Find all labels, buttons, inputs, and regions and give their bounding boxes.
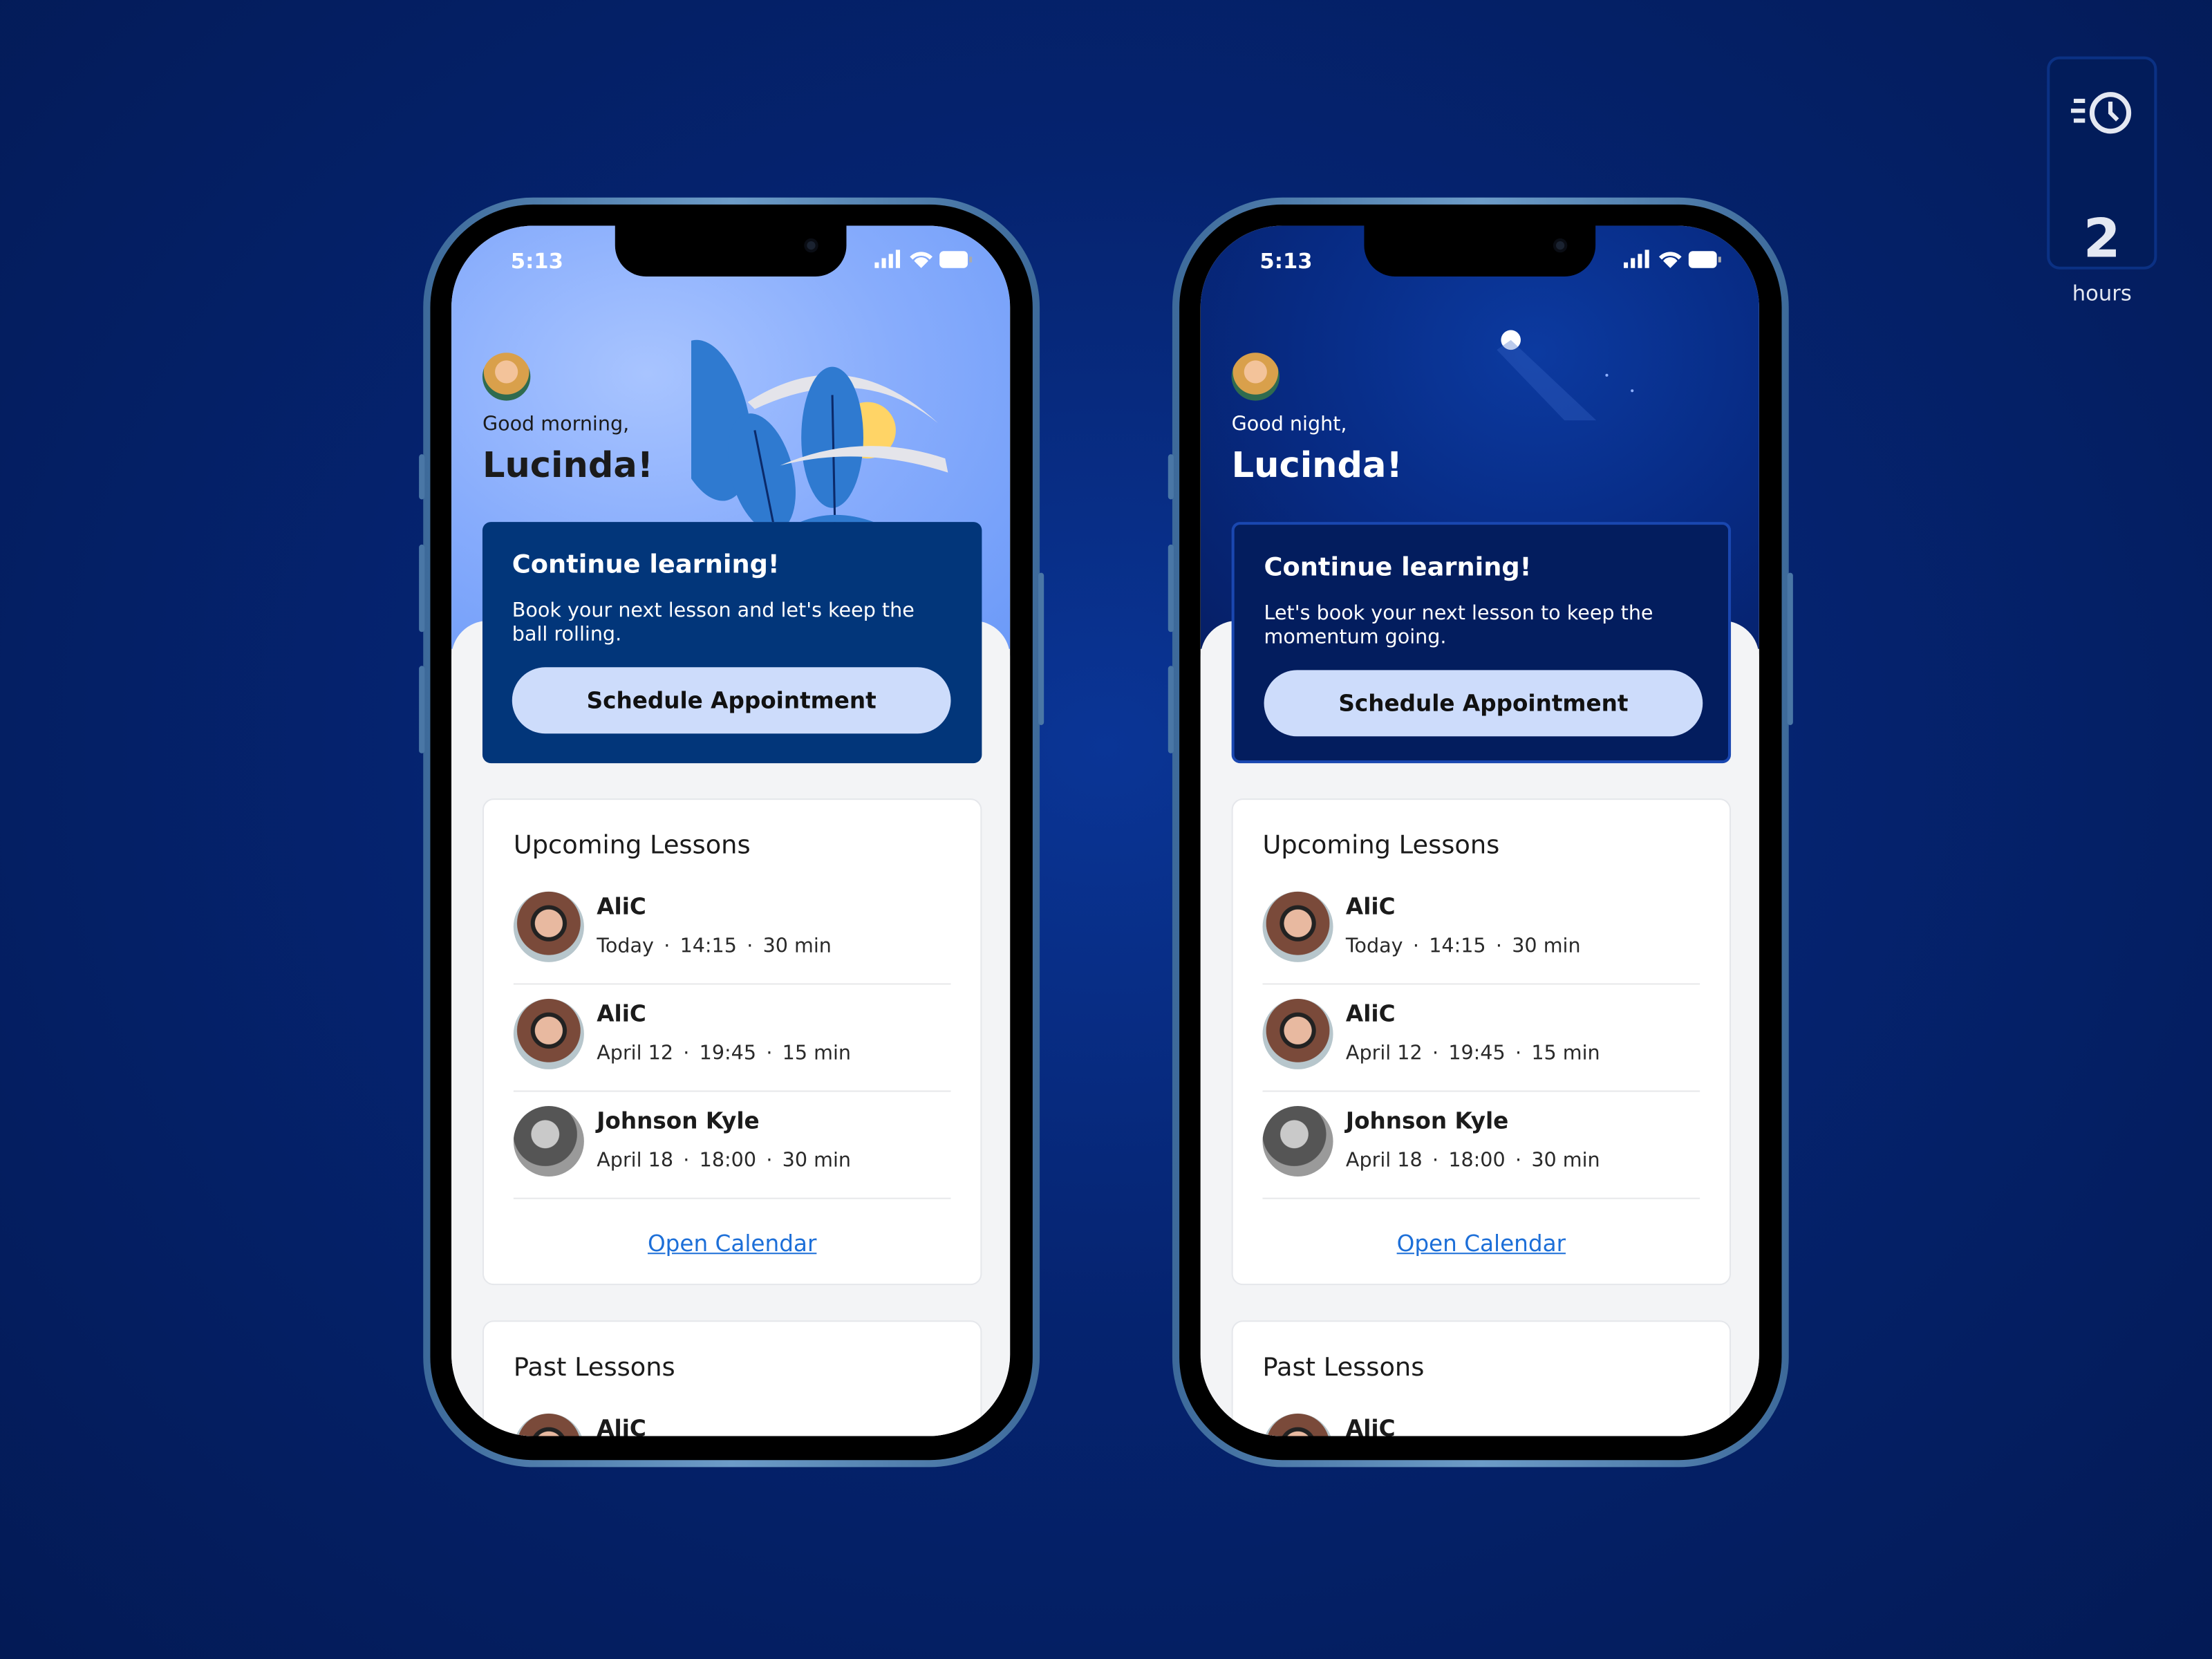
- lesson-time: 18:00: [1448, 1150, 1506, 1172]
- lesson-duration: 15 min: [782, 1042, 852, 1065]
- teacher-name: AliC: [597, 892, 646, 920]
- lesson-date: April 12: [1345, 1042, 1423, 1065]
- continue-learning-card: Continue learning! Book your next lesson…: [482, 522, 982, 764]
- lesson-date: April 18: [1345, 1150, 1423, 1172]
- cta-body: Book your next lesson and let's keep the…: [512, 599, 915, 646]
- notch: [615, 225, 847, 276]
- lesson-duration: 15 min: [1531, 1042, 1600, 1065]
- past-lesson-row[interactable]: AliC: [1262, 1399, 1700, 1436]
- greeting: Good night,: [1231, 413, 1347, 436]
- lesson-date: Today: [1345, 935, 1403, 958]
- teacher-avatar: [513, 998, 584, 1069]
- past-lesson-row[interactable]: AliC: [513, 1399, 951, 1436]
- lesson-time: 19:45: [699, 1042, 757, 1065]
- teacher-avatar: [513, 1105, 584, 1177]
- user-name: Lucinda!: [482, 444, 654, 486]
- lesson-meta: April 18 · 18:00 · 30 min: [597, 1150, 852, 1172]
- lesson-duration: 30 min: [1531, 1150, 1600, 1172]
- lesson-row[interactable]: Johnson Kyle April 18 · 18:00 · 30 min: [513, 1092, 951, 1199]
- app-screen: 5:13 Good night, Lucinda! Continue learn…: [1200, 225, 1759, 1436]
- lesson-meta: April 18 · 18:00 · 30 min: [1345, 1150, 1600, 1172]
- teacher-name: Johnson Kyle: [1345, 1107, 1509, 1134]
- lesson-row[interactable]: AliC Today · 14:15 · 30 min: [1262, 877, 1700, 985]
- past-title: Past Lessons: [513, 1353, 675, 1382]
- lesson-duration: 30 min: [762, 935, 832, 958]
- schedule-appointment-button[interactable]: Schedule Appointment: [1264, 670, 1703, 737]
- clock-fast-icon: [2070, 92, 2132, 134]
- lesson-date: Today: [597, 935, 654, 958]
- teacher-avatar: [1262, 998, 1333, 1069]
- lesson-date: April 12: [597, 1042, 674, 1065]
- user-name: Lucinda!: [1231, 444, 1403, 486]
- teacher-name: AliC: [1345, 1000, 1396, 1027]
- status-time: 5:13: [1259, 248, 1313, 274]
- cta-body: Let's book your next lesson to keep the …: [1264, 602, 1653, 649]
- greeting: Good morning,: [482, 413, 630, 436]
- status-icons: [874, 250, 973, 268]
- lesson-date: April 18: [597, 1150, 674, 1172]
- lesson-time: 14:15: [679, 935, 737, 958]
- lesson-meta: Today · 14:15 · 30 min: [597, 935, 832, 958]
- cta-title: Continue learning!: [512, 550, 780, 580]
- past-title: Past Lessons: [1262, 1353, 1425, 1382]
- continue-learning-card: Continue learning! Let's book your next …: [1231, 522, 1732, 764]
- lesson-time: 18:00: [699, 1150, 757, 1172]
- teacher-name: AliC: [597, 1414, 646, 1436]
- teacher-avatar: [513, 891, 584, 962]
- cta-title: Continue learning!: [1264, 552, 1532, 583]
- lesson-row[interactable]: AliC April 12 · 19:45 · 15 min: [1262, 984, 1700, 1092]
- status-icons: [1623, 250, 1721, 268]
- lesson-row[interactable]: Johnson Kyle April 18 · 18:00 · 30 min: [1262, 1092, 1700, 1199]
- hero-illustration: [667, 324, 973, 536]
- teacher-avatar: [1262, 891, 1333, 962]
- teacher-name: AliC: [1345, 1414, 1396, 1436]
- teacher-name: Johnson Kyle: [597, 1107, 760, 1134]
- teacher-name: AliC: [597, 1000, 646, 1027]
- open-calendar-link[interactable]: Open Calendar: [1263, 1230, 1700, 1315]
- duration-badge: 2 hours: [2047, 56, 2157, 306]
- phone-mockup-day: 5:13 Good morning, Lucinda! Continue lea…: [419, 197, 1044, 1468]
- lesson-row[interactable]: AliC April 12 · 19:45 · 15 min: [513, 984, 951, 1092]
- duration-value: 2: [2083, 207, 2121, 270]
- teacher-avatar: [513, 1413, 584, 1436]
- lesson-meta: April 12 · 19:45 · 15 min: [597, 1042, 852, 1065]
- upcoming-title: Upcoming Lessons: [1262, 831, 1500, 861]
- upcoming-title: Upcoming Lessons: [513, 831, 751, 861]
- lesson-meta: Today · 14:15 · 30 min: [1345, 935, 1581, 958]
- teacher-avatar: [1262, 1105, 1333, 1177]
- upcoming-lessons-card: Upcoming Lessons AliC Today · 14:15 · 30 min…: [482, 798, 982, 1286]
- teacher-name: AliC: [1345, 892, 1396, 920]
- app-screen: 5:13 Good morning, Lucinda! Continue lea…: [451, 225, 1011, 1436]
- status-time: 5:13: [510, 248, 563, 274]
- duration-unit: hours: [2072, 281, 2132, 306]
- phone-mockup-night: 5:13 Good night, Lucinda! Continue learn…: [1168, 197, 1793, 1468]
- schedule-appointment-button[interactable]: Schedule Appointment: [512, 667, 951, 734]
- open-calendar-link[interactable]: Open Calendar: [514, 1230, 951, 1315]
- notch: [1364, 225, 1596, 276]
- lesson-meta: April 12 · 19:45 · 15 min: [1345, 1042, 1600, 1065]
- user-avatar[interactable]: [1231, 353, 1280, 401]
- lesson-time: 19:45: [1448, 1042, 1506, 1065]
- past-lessons-card: Past Lessons AliC: [1231, 1320, 1732, 1436]
- lesson-time: 14:15: [1429, 935, 1486, 958]
- lesson-duration: 30 min: [1512, 935, 1581, 958]
- upcoming-lessons-card: Upcoming Lessons AliC Today · 14:15 · 30 min…: [1231, 798, 1732, 1286]
- past-lessons-card: Past Lessons AliC: [482, 1320, 982, 1436]
- teacher-avatar: [1262, 1413, 1333, 1436]
- lesson-duration: 30 min: [782, 1150, 852, 1172]
- lesson-row[interactable]: AliC Today · 14:15 · 30 min: [513, 877, 951, 985]
- user-avatar[interactable]: [482, 353, 531, 401]
